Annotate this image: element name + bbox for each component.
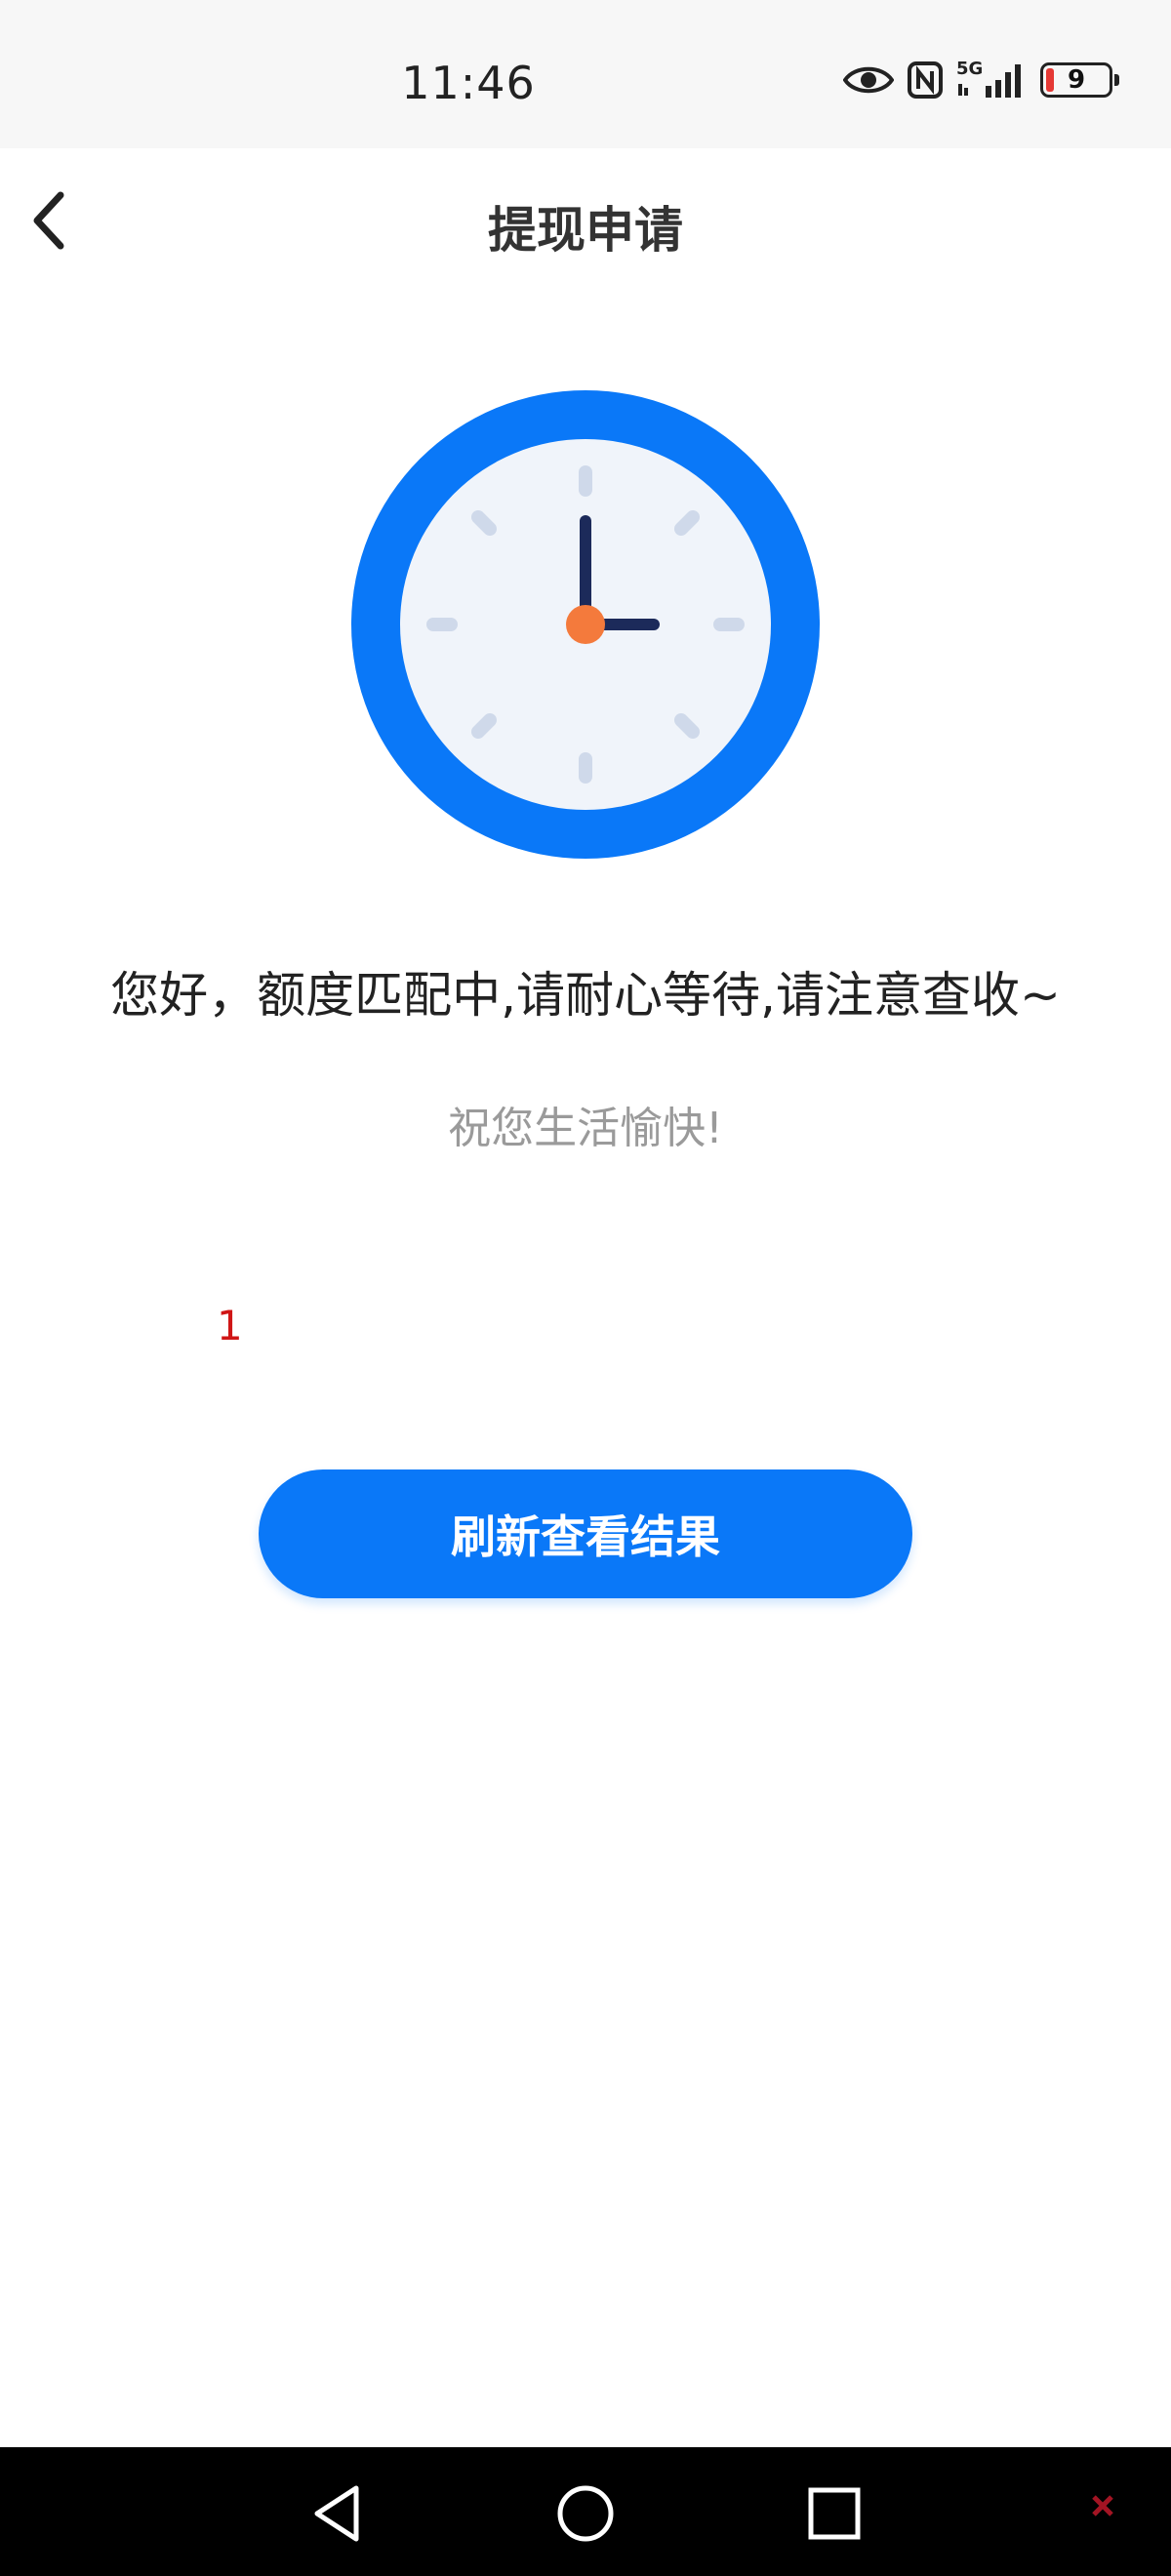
status-time: 11:46 (401, 57, 536, 109)
status-icons: 5G 9 (843, 59, 1119, 100)
home-circle-icon (554, 2482, 617, 2549)
battery-icon: 9 (1040, 62, 1119, 98)
count-label: 1 (217, 1302, 243, 1349)
page-title: 提现申请 (488, 202, 683, 259)
refresh-result-button[interactable]: 刷新查看结果 (259, 1469, 912, 1598)
battery-level: 9 (1067, 65, 1086, 95)
signal-icon: 5G (956, 59, 1027, 100)
status-bar: 11:46 5G 9 (0, 0, 1171, 148)
eye-icon (843, 63, 894, 97)
nav-recents-button[interactable] (795, 2476, 873, 2555)
nav-home-button[interactable] (546, 2476, 625, 2555)
nfc-icon (908, 61, 943, 99)
navigation-bar (0, 2447, 1171, 2576)
greeting-message: 祝您生活愉快! (448, 1104, 723, 1153)
status-message: 您好，额度匹配中,请耐心等待,请注意查收~ (110, 967, 1061, 1024)
clock-icon (351, 390, 820, 859)
recents-square-icon (805, 2484, 864, 2547)
back-triangle-icon (309, 2482, 364, 2549)
watermark-logo (1091, 2494, 1114, 2517)
nav-back-button[interactable] (298, 2476, 376, 2555)
header: 提现申请 (0, 148, 1171, 295)
